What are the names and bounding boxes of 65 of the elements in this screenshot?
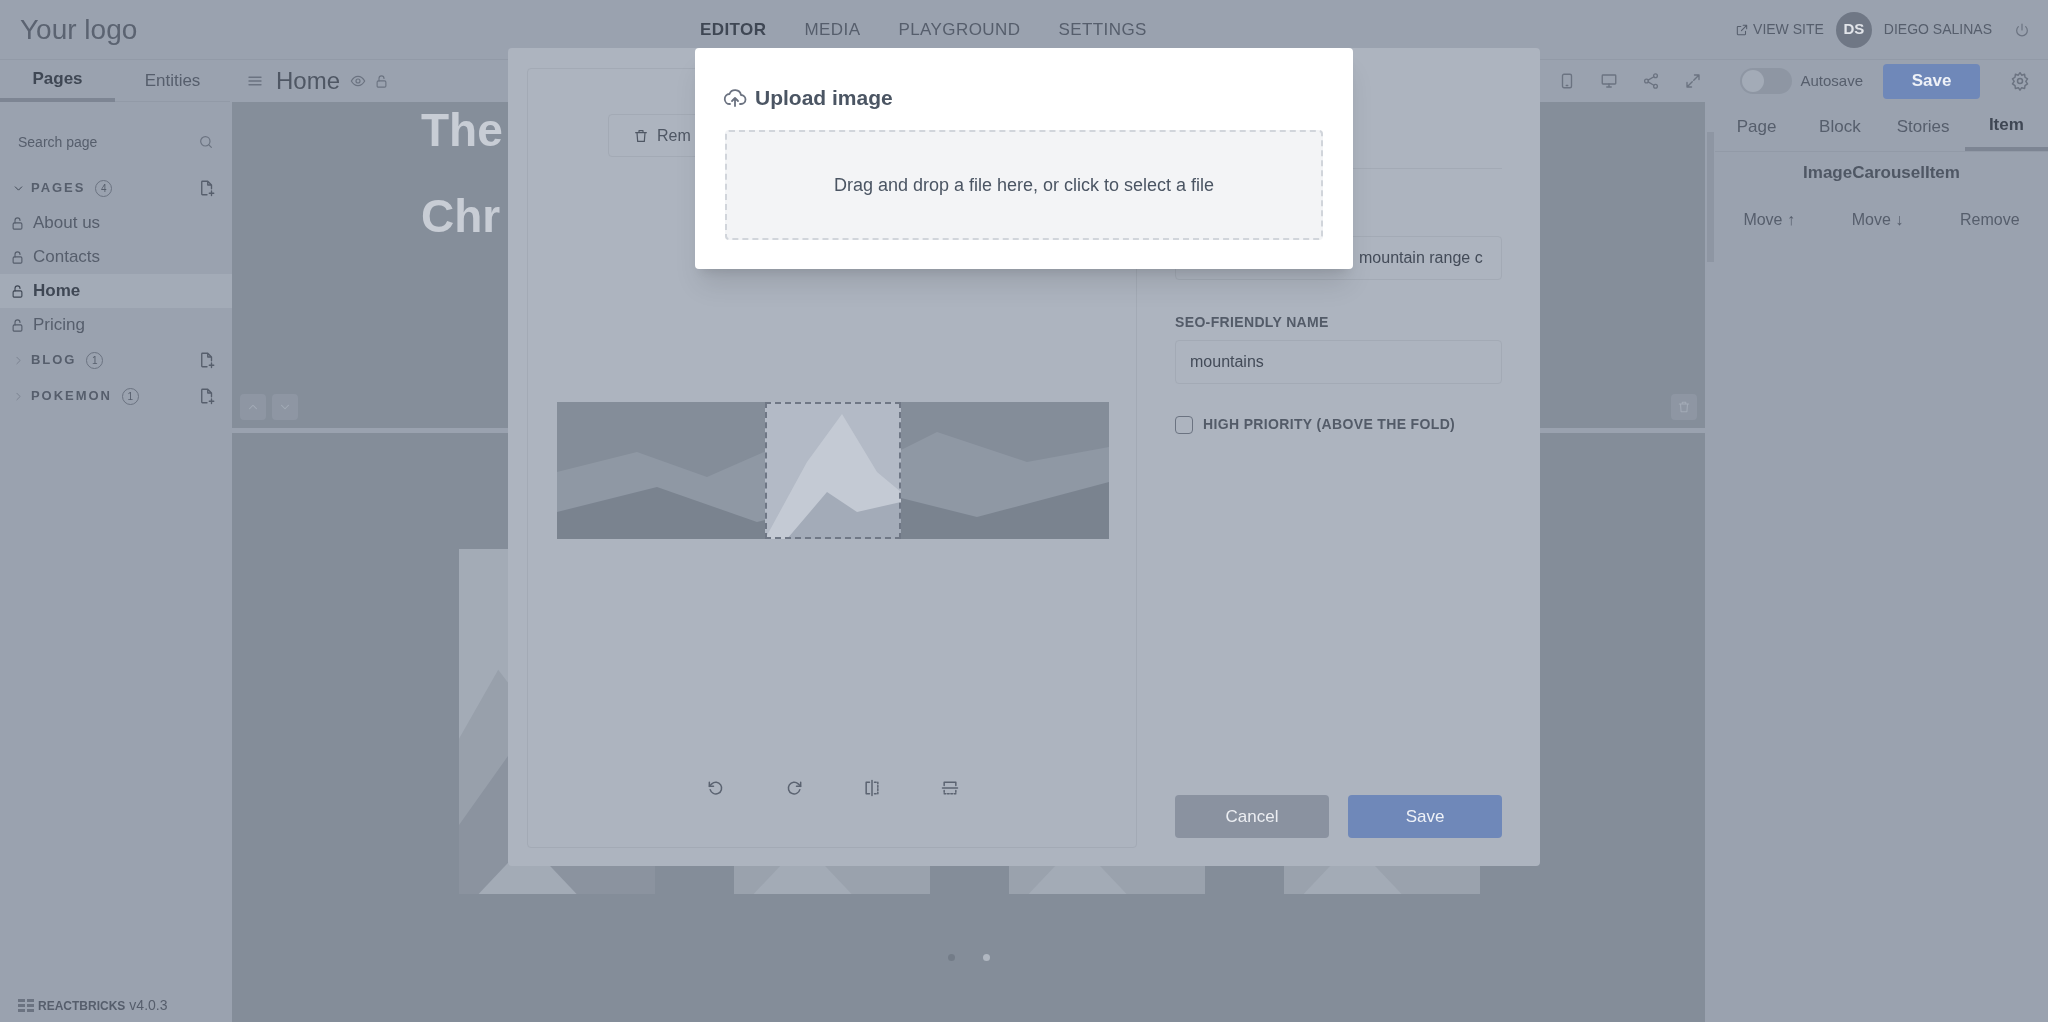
move-down-button[interactable]: [272, 394, 298, 420]
brand-name: REACTBRICKS: [38, 997, 126, 1015]
new-page-icon[interactable]: [198, 351, 216, 369]
autosave-label: Autosave: [1800, 70, 1863, 91]
page-title: Home: [276, 66, 341, 96]
nav-link[interactable]: PLAYGROUND: [898, 16, 1021, 43]
item-action-button[interactable]: Move ↓: [1851, 207, 1904, 232]
item-action-button[interactable]: Remove: [1960, 207, 2020, 232]
save-button[interactable]: Save: [1883, 63, 1980, 99]
file-dropzone[interactable]: Drag and drop a file here, or click to select a file: [725, 130, 1323, 240]
lock-icon: [10, 283, 25, 299]
nav-link[interactable]: EDITOR: [700, 16, 767, 43]
search-field[interactable]: Search page: [18, 131, 178, 153]
panel-heading: ImageCarouselItem: [1802, 162, 1961, 184]
panel-tab[interactable]: Block: [1798, 102, 1882, 151]
power-icon[interactable]: [2014, 21, 2030, 38]
nav-link[interactable]: MEDIA: [804, 16, 861, 43]
seo-name-field[interactable]: mountains: [1175, 340, 1502, 384]
eye-icon[interactable]: [350, 73, 367, 89]
nav-link[interactable]: SETTINGS: [1058, 16, 1147, 43]
version-label: v4.0.3: [129, 996, 168, 1015]
panel-tab[interactable]: Page: [1715, 102, 1799, 151]
flip-horizontal-icon[interactable]: [862, 778, 882, 798]
share-icon[interactable]: [1642, 72, 1661, 90]
external-link-icon: [1735, 22, 1750, 37]
save-button[interactable]: Save: [1348, 795, 1502, 838]
section-title[interactable]: POKEMON: [31, 386, 112, 406]
view-site-link[interactable]: VIEW SITE: [1735, 19, 1824, 40]
crop-selection[interactable]: [765, 402, 901, 539]
section-title[interactable]: BLOG: [31, 350, 77, 370]
lock-icon: [10, 317, 25, 333]
delete-block-button[interactable]: [1671, 394, 1697, 420]
item-action-button[interactable]: Move ↑: [1743, 207, 1795, 232]
settings-icon[interactable]: [2010, 71, 2030, 91]
cancel-button[interactable]: Cancel: [1175, 795, 1329, 838]
expand-icon[interactable]: [1684, 72, 1703, 90]
field-label: SEO-FRIENDLY NAME: [1175, 313, 1329, 332]
checkbox[interactable]: [1175, 415, 1193, 434]
move-up-button[interactable]: [240, 394, 266, 420]
sidebar-tab[interactable]: Entities: [115, 60, 230, 102]
logo[interactable]: Your logo: [0, 8, 700, 51]
lock-icon: [10, 249, 25, 265]
hero-heading: The: [421, 103, 503, 158]
avatar[interactable]: DS: [1835, 11, 1872, 48]
new-page-icon[interactable]: [198, 179, 216, 197]
search-icon: [198, 134, 214, 150]
panel-tab[interactable]: Stories: [1881, 102, 1965, 151]
page-item[interactable]: Pricing: [0, 308, 232, 342]
checkbox-label: HIGH PRIORITY (ABOVE THE FOLD): [1203, 415, 1456, 434]
panel-tab[interactable]: Item: [1964, 102, 2048, 151]
trash-icon: [633, 127, 649, 144]
sidebar-tab[interactable]: Pages: [0, 60, 115, 102]
dialog-title: Upload image: [755, 85, 893, 111]
section-title[interactable]: PAGES: [31, 178, 86, 198]
brand-logo-icon: [18, 998, 34, 1013]
lock-icon: [10, 215, 25, 231]
flip-vertical-icon[interactable]: [940, 778, 960, 798]
user-name: DIEGO SALINAS: [1883, 20, 1992, 39]
page-item[interactable]: Contacts: [0, 240, 232, 274]
new-page-icon[interactable]: [198, 387, 216, 405]
hero-heading: Chr: [421, 189, 501, 244]
page-item[interactable]: Home: [0, 274, 232, 308]
desktop-icon[interactable]: [1600, 72, 1619, 90]
lock-icon[interactable]: [374, 73, 390, 89]
page-item[interactable]: About us: [0, 206, 232, 240]
